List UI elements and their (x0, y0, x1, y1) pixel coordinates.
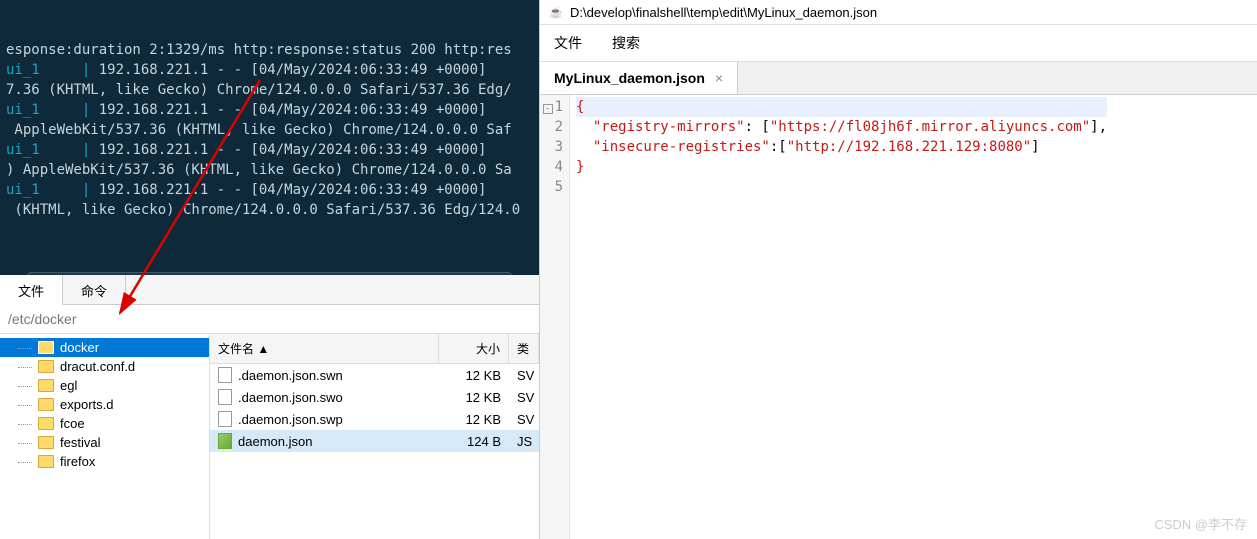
terminal-line: ui_1 | 192.168.221.1 - - [04/May/2024:06… (6, 180, 533, 200)
watermark: CSDN @李不存 (1154, 514, 1247, 533)
code-line[interactable]: } (576, 157, 1107, 177)
tree-item-label: egl (60, 378, 77, 393)
file-name: .daemon.json.swo (238, 390, 343, 405)
file-row[interactable]: .daemon.json.swp 12 KBSV (210, 408, 539, 430)
col-header-size[interactable]: 大小 (439, 334, 509, 363)
menu-file[interactable]: 文件 (554, 33, 582, 53)
folder-icon (38, 417, 54, 430)
tree-item-label: festival (60, 435, 100, 450)
terminal-output: esponse:duration 2:1329/ms http:response… (0, 0, 539, 275)
col-header-name[interactable]: 文件名 ▲ (210, 334, 439, 363)
code-line[interactable]: { (576, 97, 1107, 117)
tree-item[interactable]: exports.d (0, 395, 209, 414)
tab-file[interactable]: 文件 (0, 275, 63, 305)
file-icon (218, 367, 232, 383)
tree-item[interactable]: festival (0, 433, 209, 452)
tree-item-label: docker (60, 340, 99, 355)
folder-icon (38, 379, 54, 392)
menu-search[interactable]: 搜索 (612, 33, 640, 53)
menu-bar: 文件 搜索 (540, 25, 1257, 62)
terminal-line: ui_1 | 192.168.221.1 - - [04/May/2024:06… (6, 60, 533, 80)
file-icon (218, 389, 232, 405)
code-content[interactable]: { "registry-mirrors": ["https://fl08jh6f… (570, 95, 1113, 539)
terminal-line: 7.36 (KHTML, like Gecko) Chrome/124.0.0.… (6, 80, 533, 100)
folder-icon (38, 341, 54, 354)
file-size: 12 KB (439, 390, 509, 405)
folder-icon (38, 360, 54, 373)
file-type: SV (509, 390, 539, 405)
file-name: daemon.json (238, 434, 312, 449)
window-title-bar: ☕ D:\develop\finalshell\temp\edit\MyLinu… (540, 0, 1257, 25)
line-gutter: -12345 (540, 95, 570, 539)
terminal-line: ui_1 | 192.168.221.1 - - [04/May/2024:06… (6, 100, 533, 120)
tree-item[interactable]: egl (0, 376, 209, 395)
file-size: 12 KB (439, 412, 509, 427)
command-input[interactable]: 命令输入 (按ALT键提示历史,TAB键路径,ESC键返回,双击C (27, 272, 512, 275)
editor-tab-label: MyLinux_daemon.json (554, 70, 705, 86)
file-area: docker dracut.conf.d egl exports.d fcoe festi… (0, 334, 539, 539)
window-title: D:\develop\finalshell\temp\edit\MyLinux_… (570, 5, 877, 20)
tab-command[interactable]: 命令 (63, 275, 126, 304)
col-header-type[interactable]: 类 (509, 334, 539, 363)
folder-icon (38, 455, 54, 468)
terminal-line: (KHTML, like Gecko) Chrome/124.0.0.0 Saf… (6, 200, 533, 220)
tree-item-label: fcoe (60, 416, 85, 431)
folder-icon (38, 436, 54, 449)
terminal-line: AppleWebKit/537.36 (KHTML, like Gecko) C… (6, 120, 533, 140)
java-icon: ☕ (548, 4, 564, 20)
terminal-line: esponse:duration 2:1329/ms http:response… (6, 40, 533, 60)
editor-tabs: MyLinux_daemon.json × (540, 62, 1257, 95)
file-size: 124 B (439, 434, 509, 449)
tree-item-label: firefox (60, 454, 95, 469)
file-row[interactable]: .daemon.json.swo 12 KBSV (210, 386, 539, 408)
fold-icon[interactable]: - (543, 104, 553, 114)
file-icon (218, 433, 232, 449)
terminal-line: ) AppleWebKit/537.36 (KHTML, like Gecko)… (6, 160, 533, 180)
code-line[interactable]: "registry-mirrors": ["https://fl08jh6f.m… (576, 117, 1107, 137)
bottom-tabs: 文件 命令 (0, 275, 539, 305)
folder-tree[interactable]: docker dracut.conf.d egl exports.d fcoe festi… (0, 334, 210, 539)
close-icon[interactable]: × (715, 70, 723, 86)
tree-item-label: dracut.conf.d (60, 359, 135, 374)
file-type: JS (509, 434, 539, 449)
file-row[interactable]: daemon.json 124 BJS (210, 430, 539, 452)
code-line[interactable]: "insecure-registries":["http://192.168.2… (576, 137, 1107, 157)
tree-item[interactable]: docker (0, 338, 209, 357)
file-type: SV (509, 412, 539, 427)
path-bar[interactable]: /etc/docker (0, 305, 539, 334)
folder-icon (38, 398, 54, 411)
editor-tab-active[interactable]: MyLinux_daemon.json × (540, 62, 738, 94)
file-type: SV (509, 368, 539, 383)
file-row[interactable]: .daemon.json.swn 12 KBSV (210, 364, 539, 386)
tree-item-label: exports.d (60, 397, 113, 412)
file-list[interactable]: 文件名 ▲ 大小 类 .daemon.json.swn12 KBSV.daemo… (210, 334, 539, 539)
file-name: .daemon.json.swp (238, 412, 343, 427)
tree-item[interactable]: firefox (0, 452, 209, 471)
file-name: .daemon.json.swn (238, 368, 343, 383)
file-list-header[interactable]: 文件名 ▲ 大小 类 (210, 334, 539, 364)
code-line[interactable] (576, 177, 1107, 197)
terminal-line: ui_1 | 192.168.221.1 - - [04/May/2024:06… (6, 140, 533, 160)
file-size: 12 KB (439, 368, 509, 383)
file-icon (218, 411, 232, 427)
tree-item[interactable]: fcoe (0, 414, 209, 433)
tree-item[interactable]: dracut.conf.d (0, 357, 209, 376)
code-editor[interactable]: -12345 { "registry-mirrors": ["https://f… (540, 95, 1257, 539)
